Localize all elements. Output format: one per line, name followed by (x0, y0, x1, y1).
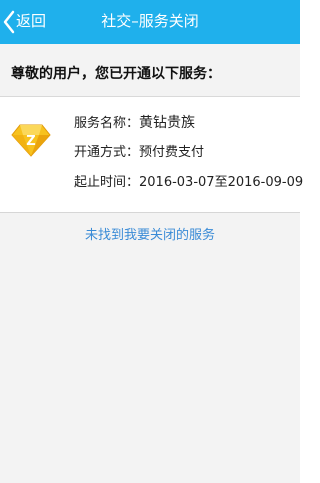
service-name-value: 黄钻贵族 (139, 115, 196, 131)
service-name-label: 服务名称： (74, 116, 140, 131)
top-bar: 返回 社交–服务关闭 (0, 0, 300, 44)
service-period-label: 起止时间： (74, 175, 140, 190)
service-method-value: 预付费支付 (139, 145, 205, 160)
service-card: Z 服务名称：黄钻贵族 开通方式：预付费支付 起止时间：2016-03-07至2… (0, 97, 303, 213)
bottom-section: 未找到我要关闭的服务 (0, 213, 300, 483)
yellow-diamond-icon: Z (11, 124, 51, 157)
service-period-row: 起止时间：2016-03-07至2016-09-09 (74, 173, 303, 193)
svg-text:Z: Z (26, 134, 35, 149)
greeting-text: 尊敬的用户，您已开通以下服务： (11, 66, 221, 82)
service-name-row: 服务名称：黄钻贵族 (74, 113, 195, 134)
service-method-row: 开通方式：预付费支付 (74, 143, 204, 163)
service-period-value: 2016-03-07至2016-09-09 (139, 175, 304, 190)
service-not-found-link[interactable]: 未找到我要关闭的服务 (0, 226, 300, 246)
greeting-section: 尊敬的用户，您已开通以下服务： (0, 44, 300, 97)
page-title: 社交–服务关闭 (101, 12, 199, 30)
service-method-label: 开通方式： (74, 145, 140, 160)
